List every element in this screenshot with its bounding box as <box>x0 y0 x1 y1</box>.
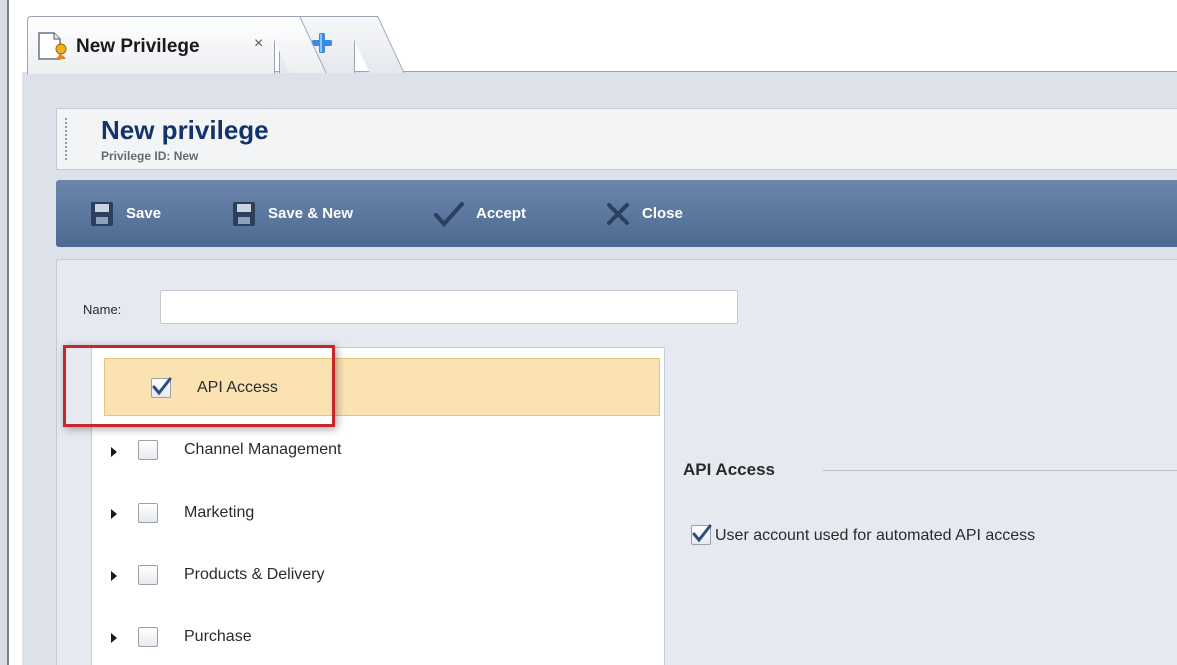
document-privilege-icon <box>38 32 67 60</box>
checkbox-purchase[interactable] <box>138 627 158 647</box>
privilege-id-label: Privilege ID: New <box>101 149 199 163</box>
save-button[interactable]: Save <box>90 180 161 247</box>
close-button[interactable]: Close <box>606 180 683 247</box>
tree-label: Marketing <box>184 504 255 521</box>
detail-heading: API Access <box>683 460 775 479</box>
accept-label: Accept <box>476 205 527 222</box>
section-divider <box>823 470 1177 471</box>
privilege-form: Name: API Access Channel Management Mark… <box>56 259 1177 665</box>
name-input[interactable] <box>160 290 738 324</box>
close-icon <box>607 202 629 225</box>
annotation-highlight <box>63 345 335 427</box>
save-icon <box>233 201 255 226</box>
expand-arrow-icon[interactable] <box>110 508 118 520</box>
tab-strip: New Privilege × <box>9 10 1177 74</box>
tree-label: Purchase <box>184 628 252 645</box>
save-and-new-label: Save & New <box>268 205 354 222</box>
accept-button[interactable]: Accept <box>434 180 526 247</box>
checkbox-channel-management[interactable] <box>138 440 158 460</box>
expand-arrow-icon[interactable] <box>110 570 118 582</box>
checkmark-icon <box>692 524 712 543</box>
expand-arrow-icon[interactable] <box>110 632 118 644</box>
tree-item-products-delivery[interactable]: Products & Delivery <box>92 548 664 606</box>
name-label: Name: <box>83 302 122 317</box>
checkbox-marketing[interactable] <box>138 503 158 523</box>
save-icon <box>91 201 113 226</box>
tab-label: New Privilege <box>76 36 200 57</box>
window-edge <box>0 0 9 665</box>
api-access-checkbox[interactable] <box>691 524 712 545</box>
checkmark-icon <box>434 201 464 227</box>
save-and-new-button[interactable]: Save & New <box>232 180 353 247</box>
tab-close-icon[interactable]: × <box>254 35 263 53</box>
tree-item-purchase[interactable]: Purchase <box>92 610 664 665</box>
title-bar: New privilege Privilege ID: New <box>56 108 1177 170</box>
tree-item-channel-management[interactable]: Channel Management <box>92 424 664 482</box>
tree-label: Products & Delivery <box>184 566 325 583</box>
tab-new-privilege[interactable]: New Privilege × <box>27 16 275 74</box>
close-label: Close <box>642 205 683 222</box>
api-access-checkbox-label[interactable]: User account used for automated API acce… <box>715 527 1035 545</box>
action-toolbar: Save Save & New Accept Close <box>56 180 1177 247</box>
expand-arrow-icon[interactable] <box>110 446 118 458</box>
save-label: Save <box>126 205 162 222</box>
app-window: New Privilege × New privilege Privilege … <box>0 0 1177 665</box>
tree-item-marketing[interactable]: Marketing <box>92 486 664 544</box>
checkbox-products-delivery[interactable] <box>138 565 158 585</box>
page-title: New privilege <box>101 115 269 145</box>
drag-grip-icon[interactable] <box>64 117 68 161</box>
tree-label: Channel Management <box>184 441 342 458</box>
